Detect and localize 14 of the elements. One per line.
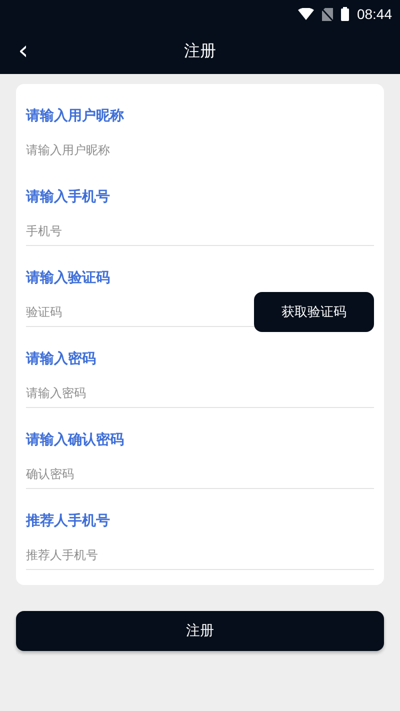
- get-code-button[interactable]: 获取验证码: [254, 292, 374, 332]
- field-label: 请输入用户昵称: [26, 106, 124, 126]
- wifi-icon: [298, 8, 314, 20]
- field-label: 请输入确认密码: [26, 430, 124, 450]
- no-sim-icon: [322, 8, 333, 20]
- clock-time: 08:44: [356, 6, 392, 22]
- field-label: 推荐人手机号: [26, 512, 110, 531]
- field-label: 请输入验证码: [26, 269, 110, 288]
- register-button[interactable]: 注册: [16, 611, 384, 651]
- back-button[interactable]: ‹: [10, 38, 36, 64]
- page-title: 注册: [184, 40, 216, 62]
- field-label: 请输入密码: [26, 350, 96, 369]
- field-label: 请输入手机号: [26, 188, 110, 207]
- battery-icon: [340, 7, 349, 21]
